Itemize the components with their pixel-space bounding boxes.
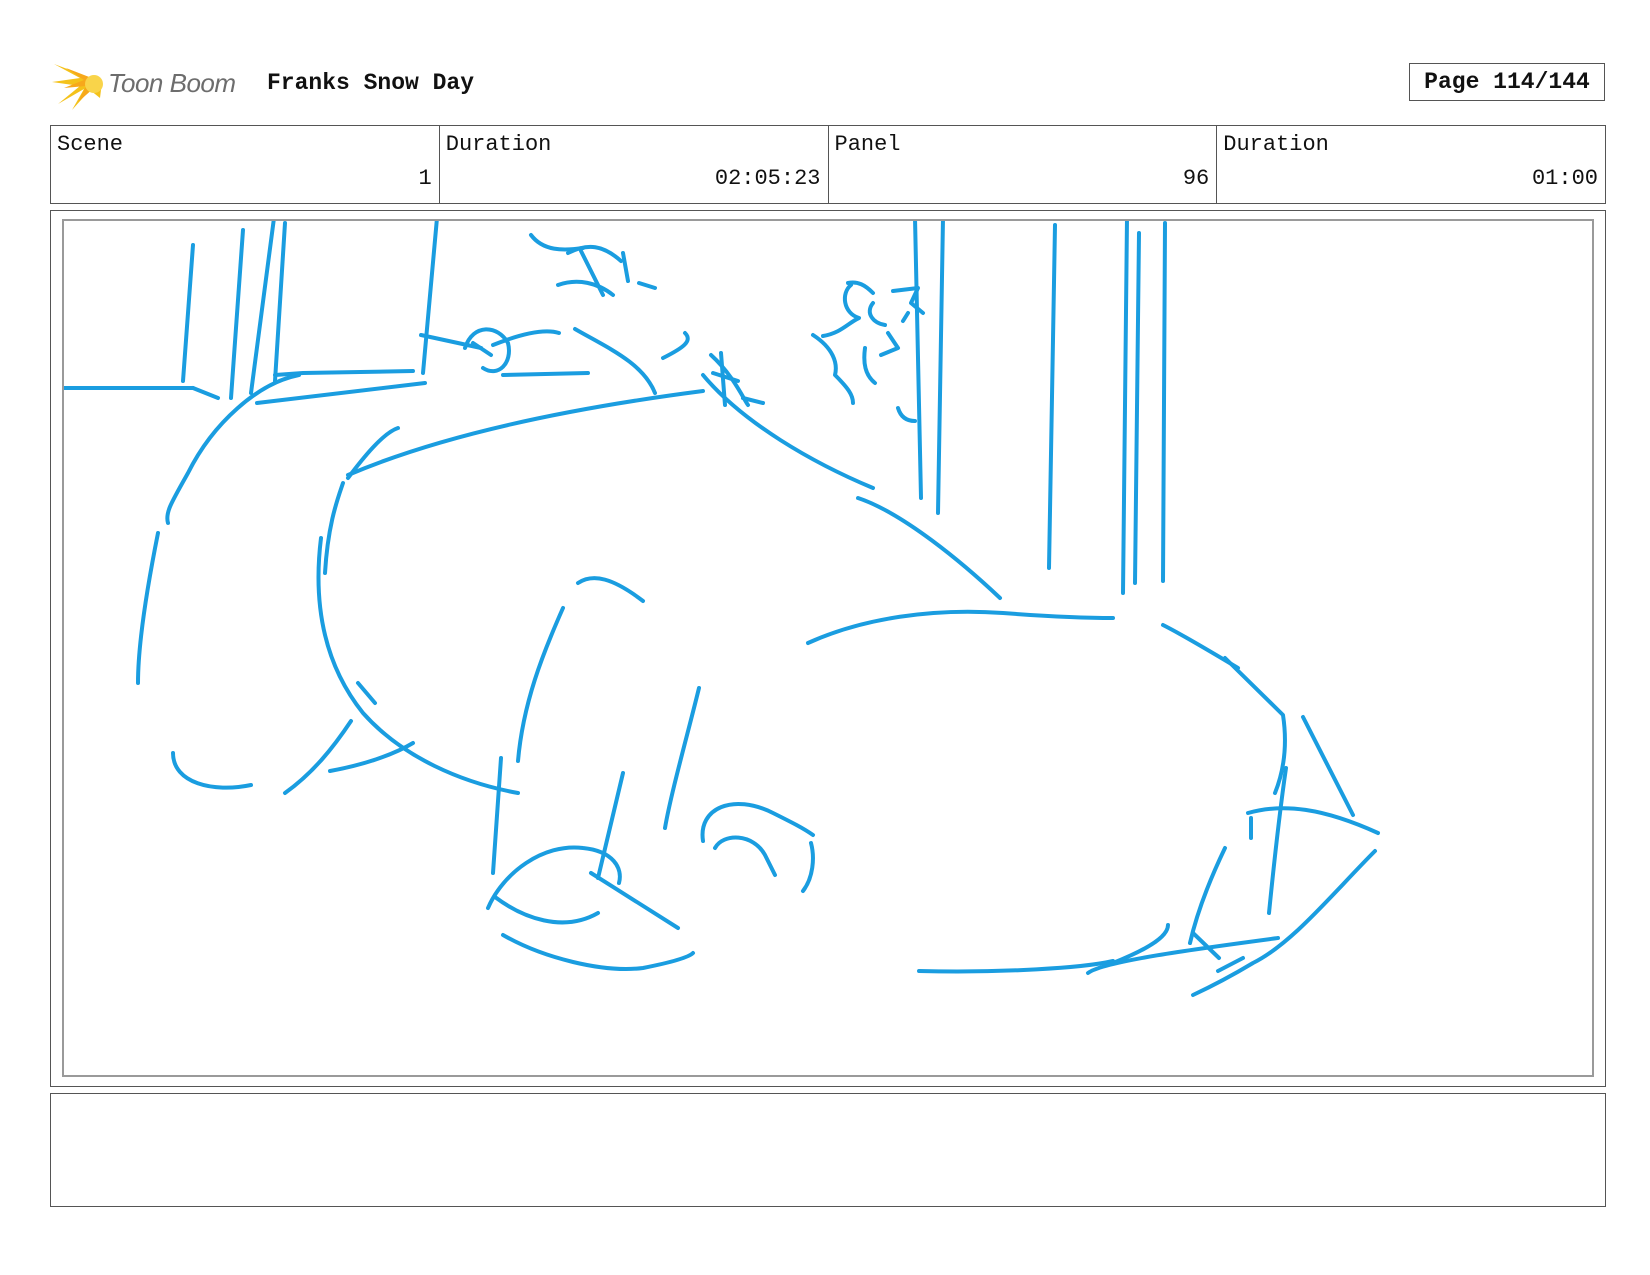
sketch-stroke [1191,849,1377,997]
sketch-stroke [249,221,276,395]
sketch-stroke [491,756,503,875]
sketch-stroke [573,327,657,395]
sketch-stroke [867,301,887,327]
sketch-stroke [316,536,520,795]
sketch-stroke [516,606,565,763]
sketch-stroke [856,496,1002,600]
sketch-stroke [700,802,815,843]
sketch-stroke [801,841,815,893]
scene-duration-cell: Duration 02:05:23 [440,126,829,203]
sketch-stroke [936,221,945,515]
sketch-stroke [501,371,590,377]
panel-duration-value: 01:00 [1531,166,1598,191]
sketch-stroke [283,719,353,795]
sketch-stroke [821,283,861,338]
sketch-stroke [661,331,690,360]
sketch-stroke [1086,936,1280,975]
sketch-stroke [529,233,585,252]
sketch-drawing [64,221,1380,997]
sketch-stroke [1246,806,1380,835]
sketch-stroke [879,331,900,357]
scene-info-table: Scene 1 Duration 02:05:23 Panel 96 Durat… [50,125,1606,204]
sketch-stroke [896,406,917,423]
notes-box [50,1093,1606,1207]
sketch-stroke [913,221,923,500]
sketch-stroke [811,333,855,405]
sketch-stroke [596,771,625,880]
logo-wordmark: Toon Boom [108,68,236,98]
sketch-stroke [556,279,615,297]
sketch-stroke [589,871,680,930]
scene-duration-value: 02:05:23 [714,166,821,191]
sketch-stroke [566,244,623,263]
sketch-stroke [846,280,875,295]
sketch-stroke [1161,221,1167,583]
page-number: Page 114/144 [1409,63,1605,101]
sketch-stroke [862,346,877,385]
sketch-stroke [806,609,1115,645]
sketch-stroke [181,243,195,383]
sketch-stroke [1223,656,1287,795]
sketch-stroke [136,531,160,685]
panel-value: 96 [1182,166,1210,191]
panel-duration-cell: Duration 01:00 [1217,126,1605,203]
panel-cell: Panel 96 [829,126,1218,203]
sketch-stroke [637,281,657,290]
panel-label: Panel [834,132,901,157]
scene-duration-label: Duration [445,132,552,157]
project-title: Franks Snow Day [267,70,475,96]
sketch-stroke [663,686,701,830]
sketch-stroke [501,933,695,971]
scene-cell: Scene 1 [51,126,440,203]
sketch-stroke [1133,231,1141,585]
sketch-stroke [165,373,301,525]
panel-duration-label: Duration [1223,132,1329,157]
panel-frame [50,210,1606,1087]
starburst-icon [52,64,103,110]
sketch-stroke [901,311,910,323]
sketch-stroke [576,576,645,603]
sketch-stroke [713,835,777,877]
sketch-stroke [229,228,245,400]
sketch-stroke [1047,223,1057,570]
sketch-stroke [1301,715,1355,817]
sketch-stroke [323,481,345,575]
toon-boom-logo: Toon Boom [50,58,250,110]
sketch-stroke [1188,846,1227,945]
sketch-stroke [356,681,377,705]
storyboard-header: Toon Boom Franks Snow Day Page 114/144 [50,56,1605,112]
sketch-stroke [711,371,740,383]
sketch-stroke [255,381,427,405]
sketch-stroke [493,895,600,925]
scene-value: 1 [418,166,432,191]
sketch-stroke [917,959,1115,974]
sketch-stroke [171,751,253,790]
sketch-stroke [273,221,287,383]
scene-label: Scene [57,132,124,157]
sketch-stroke [1121,221,1129,595]
sketch-stroke [421,221,439,375]
sketch-area [62,219,1594,1077]
sketch-stroke [191,386,220,400]
sketch-stroke [621,251,630,283]
sketch-stroke [346,389,705,477]
